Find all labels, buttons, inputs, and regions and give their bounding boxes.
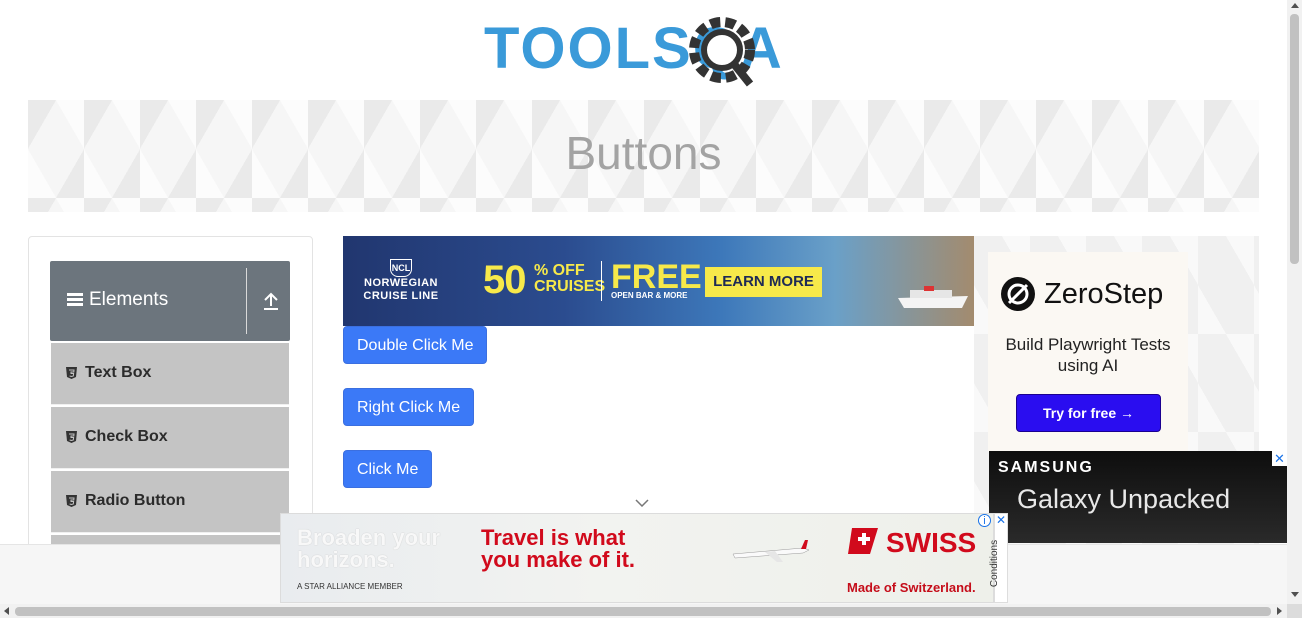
ad-conditions-label: Conditions xyxy=(989,539,1001,588)
html5-icon xyxy=(66,367,77,379)
ncl-logo: NCL NORWEGIAN CRUISE LINE xyxy=(361,258,441,303)
samsung-brand: SAMSUNG xyxy=(998,459,1094,476)
swiss-headline-1: Broaden your horizons. xyxy=(297,525,441,572)
zerostep-tagline: Build Playwright Tests using AI xyxy=(1005,335,1171,375)
airplane-image xyxy=(732,540,810,562)
scroll-left-icon[interactable] xyxy=(4,607,9,615)
divider xyxy=(601,261,602,301)
swiss-brand: SWISS xyxy=(886,527,976,556)
scroll-down-icon[interactable] xyxy=(1291,592,1299,597)
page-banner: Buttons xyxy=(28,100,1259,212)
ad-zerostep[interactable]: ZeroStep Build Playwright Tests using AI… xyxy=(988,252,1188,452)
zerostep-name: ZeroStep xyxy=(1044,278,1164,310)
sidebar-item-label: Check Box xyxy=(85,428,168,445)
scroll-right-icon[interactable] xyxy=(1277,607,1282,615)
right-click-button[interactable]: Right Click Me xyxy=(343,388,475,426)
html5-icon xyxy=(66,431,77,443)
ad-swiss[interactable]: Broaden your horizons. A STAR ALLIANCE M… xyxy=(280,513,994,603)
ad-norwegian-cruise-line[interactable]: NCL NORWEGIAN CRUISE LINE 50 % OFF CRUIS… xyxy=(343,236,974,326)
double-click-button[interactable]: Double Click Me xyxy=(343,326,488,364)
sidebar-group-elements[interactable]: Elements xyxy=(50,261,290,341)
swiss-star-alliance: A STAR ALLIANCE MEMBER xyxy=(297,582,403,591)
chevron-down-icon[interactable] xyxy=(635,499,649,507)
vertical-scrollbar[interactable] xyxy=(1287,0,1302,604)
sidebar: Elements Text Box Check Box Radio Button xyxy=(28,236,313,597)
ad-info-icon[interactable]: i xyxy=(978,514,991,527)
cruise-ship-image xyxy=(898,286,968,308)
scroll-up-icon[interactable] xyxy=(1291,3,1299,8)
sidebar-item-radio-button[interactable]: Radio Button xyxy=(51,471,289,533)
zerostep-logo-icon xyxy=(1001,277,1035,311)
click-me-button[interactable]: Click Me xyxy=(343,450,433,488)
horizontal-scrollbar[interactable] xyxy=(0,604,1287,618)
divider xyxy=(246,268,247,334)
ncl-brand-line-1: NORWEGIAN xyxy=(364,277,438,289)
ncl-learn-more-button[interactable]: LEARN MORE xyxy=(705,267,822,297)
sidebar-item-check-box[interactable]: Check Box xyxy=(51,407,289,469)
sidebar-item-label: Radio Button xyxy=(85,492,186,509)
sidebar-item-label: Text Box xyxy=(85,364,152,381)
scrollbar-thumb[interactable] xyxy=(1290,14,1299,264)
html5-icon xyxy=(66,495,77,507)
swiss-tagline: Made of Switzerland. xyxy=(847,580,976,595)
ncl-badge: NCL xyxy=(390,259,412,277)
close-icon[interactable]: ✕ xyxy=(994,513,1008,527)
swiss-logo: SWISS xyxy=(848,527,976,556)
ad-samsung[interactable]: SAMSUNG Galaxy Unpacked ✕ xyxy=(989,451,1287,543)
zerostep-try-button[interactable]: Try for free → xyxy=(1016,394,1161,432)
collapse-up-icon[interactable] xyxy=(262,291,280,311)
page-title: Buttons xyxy=(565,127,722,179)
samsung-title: Galaxy Unpacked xyxy=(1017,484,1231,514)
scrollbar-corner xyxy=(1287,604,1302,618)
ncl-discount-pct: % OFF xyxy=(534,262,585,279)
ncl-discount: 50 xyxy=(483,258,526,302)
scrollbar-thumb[interactable] xyxy=(15,607,1271,616)
menu-icon xyxy=(67,293,83,307)
ncl-discount-label: % OFF CRUISES xyxy=(534,263,605,295)
ncl-discount-word: CRUISES xyxy=(534,278,606,295)
ncl-free-sub: OPEN BAR & MORE xyxy=(611,291,688,300)
ncl-brand-line-2: CRUISE LINE xyxy=(363,290,439,302)
swiss-headline-2: Travel is what you make of it. xyxy=(481,525,636,572)
close-icon[interactable]: ✕ xyxy=(1272,451,1287,466)
sidebar-group-title: Elements xyxy=(89,289,169,310)
sidebar-item-text-box[interactable]: Text Box xyxy=(51,343,289,405)
toolsqa-logo[interactable]: TOOLSQA xyxy=(484,14,808,94)
